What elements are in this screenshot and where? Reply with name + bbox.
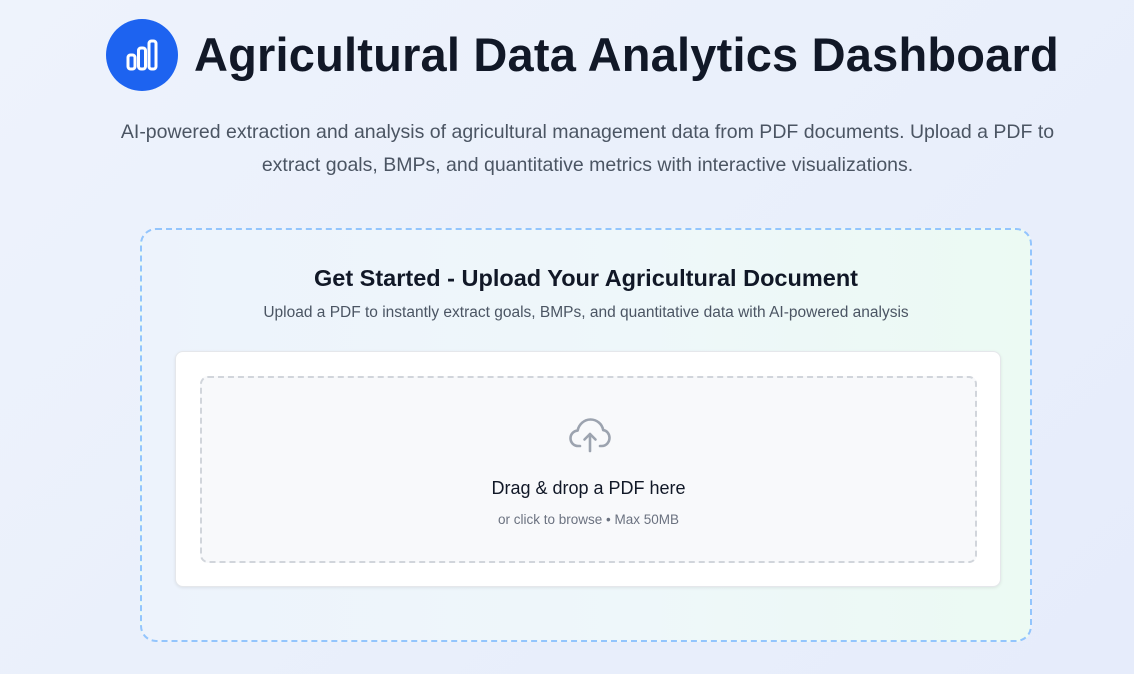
upload-panel: Get Started - Upload Your Agricultural D… [140,228,1032,642]
dropzone-title: Drag & drop a PDF here [491,478,686,498]
dropzone-hint: or click to browse • Max 50MB [497,512,680,527]
bar-chart-icon [126,39,158,70]
upload-card: Drag & drop a PDF here or click to brows… [175,351,1001,587]
pdf-dropzone[interactable]: Drag & drop a PDF here or click to brows… [200,376,977,563]
cloud-upload-icon [569,418,611,453]
upload-panel-description: Upload a PDF to instantly extract goals,… [263,304,909,321]
logo [106,18,178,91]
app-header: Agricultural Data Analytics Dashboard [106,18,1059,91]
page-title: Agricultural Data Analytics Dashboard [194,28,1059,81]
page-description: AI-powered extraction and analysis of ag… [120,121,1055,176]
upload-panel-title: Get Started - Upload Your Agricultural D… [313,265,859,291]
